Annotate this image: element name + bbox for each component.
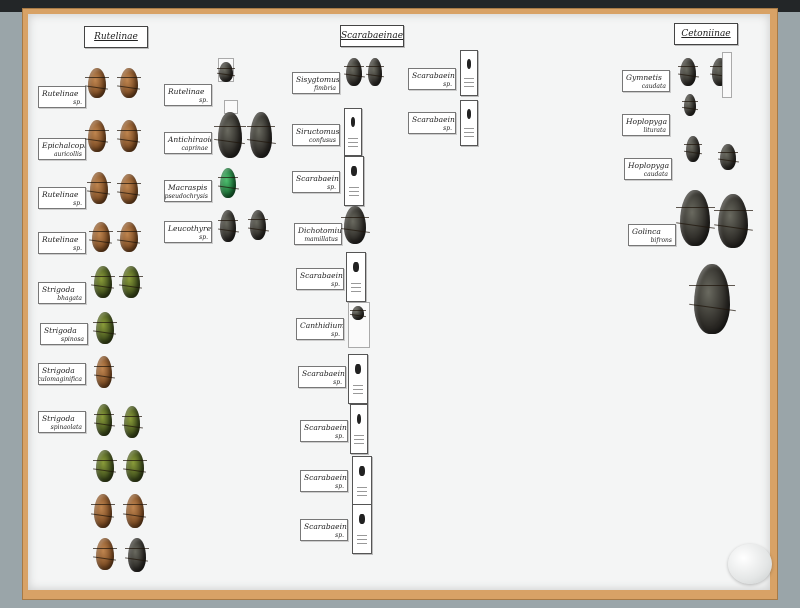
beetle-specimen [343,58,365,86]
specimen-label: Rutelinae sp. [38,232,86,254]
mounted-specimen-card [352,504,372,554]
beetle-specimen [682,94,698,116]
beetle-specimen [683,136,703,162]
beetle-specimen [85,68,109,98]
header-rutelinae: Rutelinae [84,26,148,48]
specimen-label: Siructomus confusus [292,124,340,146]
specimen-label: Scarabaeinaesp. [300,420,348,442]
specimen-label: Scarabaeinaesp. [408,112,456,134]
beetle-specimen [125,538,149,572]
specimen-label: Gymnetis caudata [622,70,670,92]
specimen-label: Hoplopyga caudata [624,158,672,180]
header-scarabaeinae: Scarabaeinae [340,25,404,47]
specimen-label: Dichotomius mamillatus [294,223,342,245]
specimen-label: Scarabaeinaesp. [408,68,456,90]
specimen-label: Scarabaeinaesp. [292,171,340,193]
mounted-specimen-card [460,50,478,96]
specimen-label: Strigoda bhagata [38,282,86,304]
specimen-label: Strigoda spinaolata [38,411,86,433]
specimen-label: Antichiraoidescaprinae [164,132,212,154]
specimen-label: Rutelinae sp. [164,84,212,106]
beetle-specimen [87,172,111,204]
specimen-label: Canthidium sp. [296,318,344,340]
specimen-label: Leucothyreussp. [164,221,212,243]
beetle-specimen [217,168,239,198]
beetle-specimen [93,450,117,482]
specimen-label: Scarabaeinaesp. [300,519,348,541]
header-cetoniinae: Cetoniinae [674,23,738,45]
beetle-specimen [117,68,141,98]
beetle-specimen [123,450,147,482]
beetle-specimen [217,210,239,242]
specimen-label: Golinca bifrons [628,224,676,246]
specimen-label: Scarabaeinaesp. [296,268,344,290]
beetle-specimen [340,206,370,244]
beetle-specimen [117,120,141,152]
specimen-label: Sisygtomus fimbria [292,72,340,94]
beetle-specimen [675,190,715,246]
beetle-specimen [85,120,109,152]
mounted-specimen-card [350,404,368,454]
beetle-specimen [91,494,115,528]
specimen-label: Epichalcoplethisauricollis [38,138,86,160]
specimen-pin-label [722,52,732,98]
beetle-specimen [677,58,699,86]
beetle-specimen [717,144,739,170]
beetle-specimen [93,404,115,436]
beetle-specimen [247,210,269,240]
specimen-label: Strigoda spinosa [40,323,88,345]
specimen-label: Scarabaeinaesp. [298,366,346,388]
beetle-specimen [89,222,113,252]
beetle-specimen [91,266,115,298]
beetle-specimen [365,58,385,86]
specimen-label: Strigodaparvasculomaginifica [38,363,86,385]
mounted-specimen-card [346,252,366,302]
mounted-specimen-card [344,108,362,156]
mounted-specimen-card [344,156,364,206]
specimen-label: Scarabaeinaesp. [300,470,348,492]
mounted-specimen-card [352,456,372,506]
mounted-specimen-card [348,354,368,404]
specimen-label: Macraspis pseudochrysis [164,180,212,202]
specimen-label: Rutelinae sp. [38,86,86,108]
specimen-label: Rutelinae sp. [38,187,86,209]
beetle-specimen [121,406,143,438]
beetle-specimen [93,312,117,344]
beetle-specimen [350,306,366,320]
beetle-specimen [214,112,246,158]
mounted-specimen-card [460,100,478,146]
beetle-specimen [117,222,141,252]
beetle-specimen [93,356,115,388]
beetle-specimen [123,494,147,528]
beetle-specimen [93,538,117,570]
beetle-specimen [119,266,143,298]
beetle-specimen [216,62,236,82]
specimen-label: Hoplopyga liturata [622,114,670,136]
beetle-specimen [246,112,276,158]
beetle-specimen [713,194,753,248]
beetle-specimen [117,174,141,204]
beetle-specimen [688,264,736,334]
desiccant-dome [728,544,772,584]
